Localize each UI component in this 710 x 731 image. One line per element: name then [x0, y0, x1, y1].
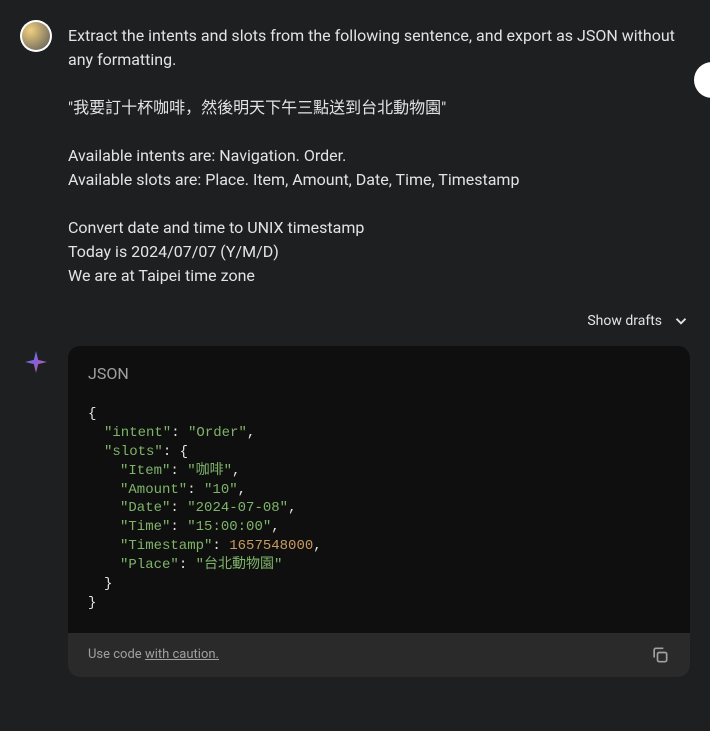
show-drafts-row[interactable]: Show drafts: [68, 312, 690, 330]
json-date-line: "Date": "2024-07-08",: [88, 499, 670, 518]
user-avatar: [20, 20, 52, 52]
json-close-brace: }: [88, 594, 670, 613]
chevron-down-icon: [672, 312, 690, 330]
json-intent-line: "intent": "Order",: [88, 424, 670, 443]
caution-text: Use code with caution.: [88, 647, 219, 662]
main-container: Extract the intents and slots from the f…: [0, 0, 710, 677]
json-place-line: "Place": "台北動物園": [88, 556, 670, 575]
user-message-content: Extract the intents and slots from the f…: [68, 20, 690, 288]
show-drafts-label: Show drafts: [587, 313, 662, 329]
user-lines-567: Convert date and time to UNIX timestamp …: [68, 216, 690, 288]
response-row: JSON { "intent": "Order", "slots": { "It…: [20, 346, 690, 677]
user-line1: Extract the intents and slots from the f…: [68, 24, 690, 72]
json-time-line: "Time": "15:00:00",: [88, 518, 670, 537]
user-message-row: Extract the intents and slots from the f…: [20, 20, 690, 288]
code-block: JSON { "intent": "Order", "slots": { "It…: [68, 346, 690, 677]
json-amount-line: "Amount": "10",: [88, 481, 670, 500]
user-text: Extract the intents and slots from the f…: [68, 24, 690, 288]
json-slots-close: }: [88, 575, 670, 594]
json-item-line: "Item": "咖啡",: [88, 462, 670, 481]
copy-icon[interactable]: [650, 645, 670, 665]
code-content: { "intent": "Order", "slots": { "Item": …: [68, 393, 690, 633]
json-timestamp-line: "Timestamp": 1657548000,: [88, 537, 670, 556]
json-open-brace: {: [88, 405, 670, 424]
json-slots-line: "slots": {: [88, 443, 670, 462]
code-language-label: JSON: [68, 346, 690, 393]
caution-link[interactable]: with caution.: [145, 647, 219, 662]
gemini-sparkle-icon: [20, 346, 52, 378]
code-footer: Use code with caution.: [68, 633, 690, 677]
user-line2: "我要訂十杯咖啡，然後明天下午三點送到台北動物園": [68, 96, 690, 120]
sparkle-svg: [23, 349, 49, 375]
user-lines-34: Available intents are: Navigation. Order…: [68, 144, 690, 192]
avatar-image: [22, 22, 50, 50]
